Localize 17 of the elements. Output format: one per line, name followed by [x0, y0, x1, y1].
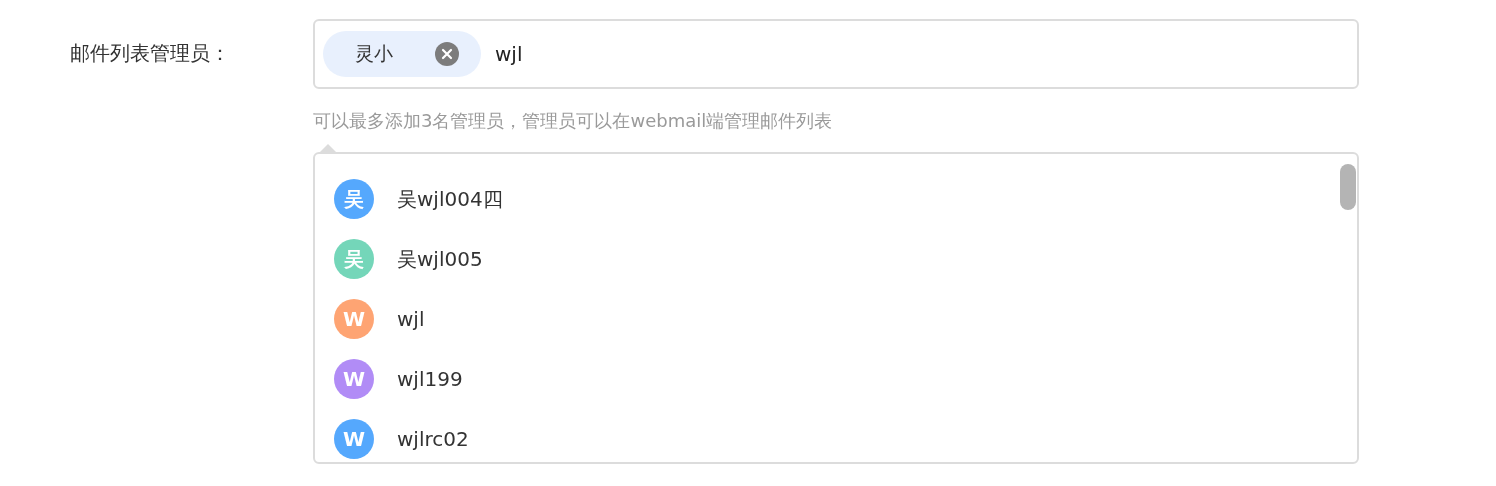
suggestion-name[interactable]: wjlrc02 — [397, 427, 469, 451]
field-label: 邮件列表管理员： — [70, 40, 231, 67]
suggestion-name[interactable]: wjl — [397, 307, 425, 331]
admin-input-field[interactable]: 灵小 wjl — [313, 19, 1359, 89]
avatar: W — [334, 359, 374, 399]
search-input[interactable]: wjl — [495, 42, 1349, 66]
scrollbar-thumb[interactable] — [1340, 164, 1356, 210]
suggestion-name[interactable]: wjl199 — [397, 367, 463, 391]
tag-label: 灵小 — [355, 41, 393, 66]
suggestion-name[interactable]: 吴wjl004四 — [397, 185, 503, 213]
avatar: 吴 — [334, 179, 374, 219]
avatar: 吴 — [334, 239, 374, 279]
remove-icon[interactable] — [435, 42, 459, 66]
avatar: W — [334, 299, 374, 339]
hint-text: 可以最多添加3名管理员，管理员可以在webmail端管理邮件列表 — [313, 109, 834, 133]
avatar: W — [334, 419, 374, 459]
suggestion-name[interactable]: 吴wjl005 — [397, 245, 483, 273]
